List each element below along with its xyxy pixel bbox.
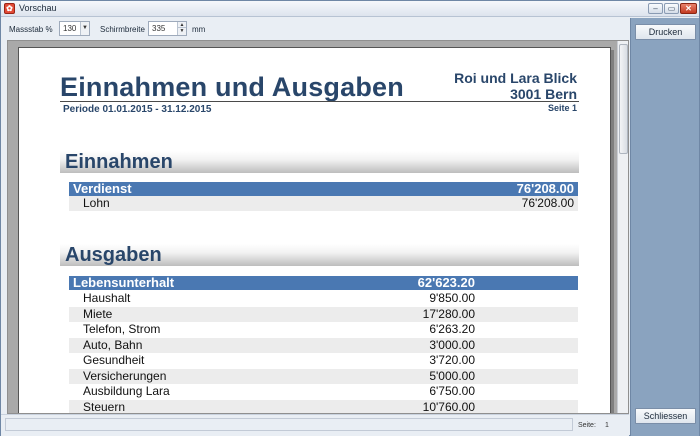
section-heading: Einnahmen [65, 151, 173, 173]
group-label: Verdienst [73, 181, 132, 196]
title-bar[interactable]: ✿ Vorschau – ▭ ✕ [1, 1, 699, 17]
section-ausgaben: Ausgaben [60, 244, 579, 266]
group-value: 76'208.00 [516, 181, 574, 196]
schirmbreite-value: 335 [152, 24, 166, 33]
arrow-down-icon[interactable]: ▼ [177, 28, 186, 35]
action-sidebar: Drucken Schliessen [630, 18, 699, 436]
row-label: Telefon, Strom [83, 322, 161, 336]
window-title: Vorschau [19, 3, 57, 13]
massstab-dropdown[interactable]: 130 ▼ [59, 21, 90, 36]
row-value: 10'760.00 [422, 400, 475, 414]
preview-window: ✿ Vorschau – ▭ ✕ Massstab % 130 ▼ Schirm… [0, 0, 700, 436]
schirmbreite-label: Schirmbreite [100, 25, 145, 34]
table-row: Steuern 10'760.00 [69, 400, 578, 414]
section-einnahmen: Einnahmen [60, 151, 579, 173]
section-heading: Ausgaben [65, 244, 162, 266]
massstab-label: Massstab % [9, 25, 53, 34]
seite-value: 1 [605, 422, 609, 429]
print-button[interactable]: Drucken [635, 24, 696, 40]
table-row: Versicherungen 5'000.00 [69, 369, 578, 384]
row-label: Miete [83, 307, 113, 321]
massstab-value: 130 [63, 24, 77, 33]
row-value: 17'280.00 [422, 307, 475, 321]
row-label: Gesundheit [83, 353, 145, 367]
row-value: 76'208.00 [521, 196, 574, 210]
table-row: Auto, Bahn 3'000.00 [69, 338, 578, 353]
vertical-scrollbar[interactable] [617, 41, 628, 413]
table-row: Gesundheit 3'720.00 [69, 353, 578, 368]
report-city: 3001 Bern [510, 86, 577, 102]
unit-label: mm [192, 25, 206, 34]
close-window-button[interactable]: ✕ [680, 3, 697, 14]
table-row: Miete 17'280.00 [69, 307, 578, 322]
status-bar: Seite: 1 [1, 414, 629, 436]
header-divider [60, 101, 579, 102]
group-row: Lebensunterhalt 62'623.20 [69, 275, 578, 290]
row-label: Haushalt [83, 291, 131, 305]
row-value: 6'263.20 [429, 322, 475, 336]
schirmbreite-stepper[interactable]: 335 ▲ ▼ [148, 21, 187, 36]
group-label: Lebensunterhalt [73, 275, 175, 290]
row-label: Auto, Bahn [83, 338, 143, 352]
preview-area[interactable]: Einnahmen und Ausgaben Roi und Lara Blic… [7, 40, 629, 414]
row-value: 6'750.00 [429, 384, 475, 398]
table-row: Ausbildung Lara 6'750.00 [69, 384, 578, 399]
table-row: Telefon, Strom 6'263.20 [69, 322, 578, 337]
chevron-down-icon[interactable]: ▼ [80, 22, 89, 35]
seite-label: Seite: [578, 422, 596, 429]
scrollbar-thumb[interactable] [619, 44, 628, 154]
close-button[interactable]: Schliessen [635, 408, 696, 424]
report-period: Periode 01.01.2015 - 31.12.2015 [63, 104, 212, 115]
minimize-button[interactable]: – [648, 3, 663, 14]
report-page-number: Seite 1 [547, 103, 577, 113]
table-row: Haushalt 9'850.00 [69, 291, 578, 306]
row-label: Versicherungen [83, 369, 167, 383]
row-label: Lohn [83, 196, 110, 210]
row-value: 3'720.00 [429, 353, 475, 367]
report-page: Einnahmen und Ausgaben Roi und Lara Blic… [18, 47, 611, 414]
maximize-button[interactable]: ▭ [664, 3, 679, 14]
report-title: Einnahmen und Ausgaben [60, 72, 404, 102]
row-value: 9'850.00 [429, 291, 475, 305]
row-label: Steuern [83, 400, 126, 414]
row-label: Ausbildung Lara [83, 384, 170, 398]
table-row: Lohn 76'208.00 [69, 196, 578, 211]
row-value: 3'000.00 [429, 338, 475, 352]
status-cell [5, 418, 573, 431]
group-row: Verdienst 76'208.00 [69, 181, 578, 196]
toolbar: Massstab % 130 ▼ Schirmbreite 335 ▲ ▼ mm [1, 18, 629, 40]
group-value: 62'623.20 [417, 275, 475, 290]
row-value: 5'000.00 [429, 369, 475, 383]
app-icon: ✿ [4, 3, 15, 14]
report-owner: Roi und Lara Blick [454, 70, 577, 86]
